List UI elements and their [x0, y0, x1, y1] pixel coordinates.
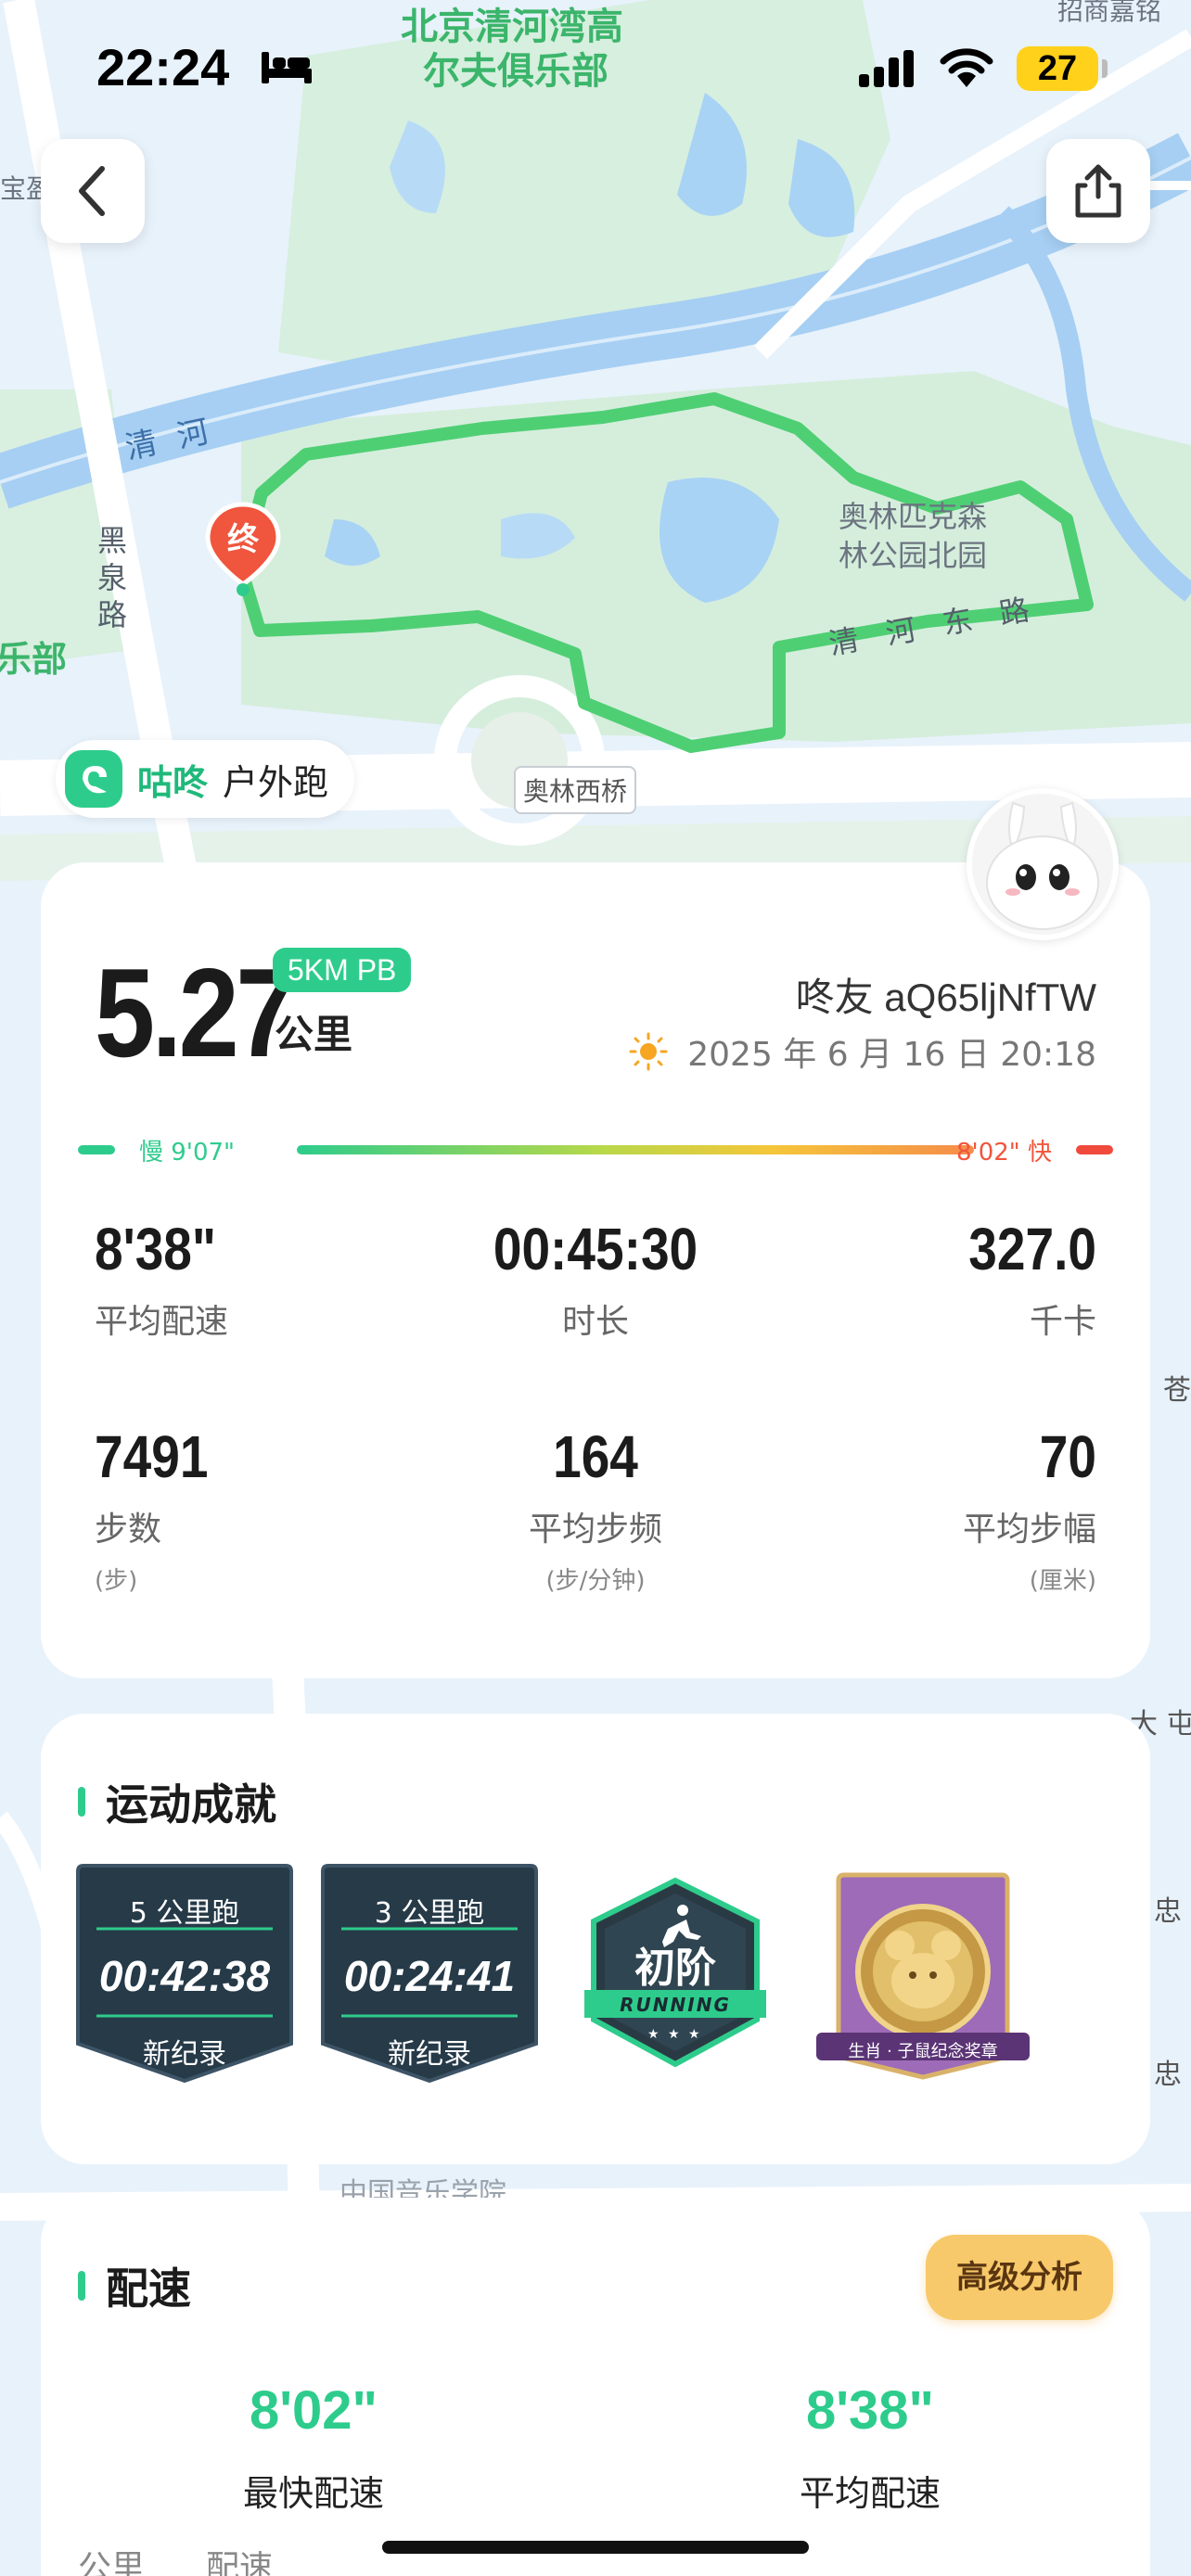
- brand-subtitle: 户外跑: [223, 761, 329, 803]
- datetime: 2025 年 6 月 16 日 20:18: [687, 1036, 1096, 1074]
- battery-level: 27: [1017, 46, 1098, 91]
- map-label-park-1: 奥林匹克森: [839, 499, 988, 534]
- stat-calories: 327.0 千卡: [762, 1215, 1096, 1343]
- codoon-logo-icon: [65, 750, 122, 808]
- stat-unit: (厘米): [1029, 1567, 1096, 1595]
- pace-gradient: [297, 1145, 974, 1154]
- stat-steps: 7491 步数 (步): [95, 1422, 429, 1596]
- fast-pace-label: 8'02" 快: [956, 1139, 1052, 1167]
- average-pace-value: 8'38": [805, 2380, 935, 2441]
- achievements-heading: 运动成就: [78, 1771, 276, 1832]
- pace-title: 配速: [106, 2264, 191, 2314]
- fastest-pace-label: 最快配速: [242, 2473, 384, 2514]
- distance-unit: 公里: [275, 1012, 353, 1057]
- record-badge-5k[interactable]: 5 公里跑 00:42:38 新纪录: [72, 1862, 297, 2085]
- record-title: 5 公里跑: [129, 1897, 240, 1930]
- status-bar: 22:24 27: [0, 0, 1191, 130]
- stat-avg-pace: 8'38" 平均配速: [95, 1215, 429, 1343]
- svg-text:★: ★: [668, 2027, 680, 2042]
- map-label-right-2: 忠: [1154, 1895, 1182, 1928]
- fast-cap: [1076, 1145, 1113, 1154]
- back-button[interactable]: [41, 139, 145, 243]
- bunny-avatar-icon: [972, 794, 1113, 935]
- column-header-km: 公里: [78, 2549, 146, 2576]
- column-header-pace: 配速: [206, 2549, 274, 2576]
- stat-duration: 00:45:30 时长: [429, 1215, 762, 1343]
- stat-label: 平均配速: [95, 1303, 229, 1341]
- map-label-left-2: 乐部: [0, 639, 68, 680]
- end-marker[interactable]: 终: [204, 501, 282, 601]
- pace-range-bar: 慢 9'07" 8'02" 快: [78, 1131, 1113, 1168]
- share-button[interactable]: [1046, 139, 1150, 243]
- end-marker-label: 终: [227, 521, 259, 558]
- stat-label: 步数: [95, 1511, 162, 1549]
- zodiac-medal[interactable]: 生肖 · 子鼠纪念奖章: [814, 1871, 1031, 2081]
- sleep-focus-icon: [262, 52, 312, 83]
- section-accent-bar: [78, 1787, 85, 1817]
- achievements-title: 运动成就: [106, 1779, 276, 1830]
- stat-label: 时长: [561, 1303, 629, 1341]
- stat-value: 7491: [95, 1423, 209, 1490]
- record-title: 3 公里跑: [374, 1897, 485, 1930]
- slow-cap: [78, 1145, 115, 1154]
- cellular-signal-icon: [859, 50, 914, 87]
- svg-text:★: ★: [647, 2027, 660, 2042]
- record-tag: 新纪录: [388, 2038, 471, 2071]
- record-time: 00:42:38: [98, 1952, 271, 2000]
- share-icon: [1075, 164, 1121, 218]
- map-label-bridge: 奥林西桥: [514, 766, 637, 814]
- level-badge-subtitle: RUNNING: [620, 1994, 731, 2016]
- map-label-right-3: 忠: [1154, 2059, 1182, 2091]
- record-tag: 新纪录: [143, 2038, 226, 2071]
- average-pace-label: 平均配速: [799, 2473, 941, 2514]
- map-label-park-2: 林公园北园: [839, 538, 988, 573]
- stat-cadence: 164 平均步频 (步/分钟): [429, 1422, 762, 1596]
- stat-value: 327.0: [968, 1216, 1096, 1282]
- record-badge-3k[interactable]: 3 公里跑 00:24:41 新纪录: [317, 1862, 542, 2085]
- svg-text:★: ★: [688, 2027, 700, 2042]
- pace-card: 配速 高级分析 8'02" 最快配速 8'38" 平均配速 公里 配速: [41, 2198, 1150, 2576]
- fastest-pace-value: 8'02": [249, 2380, 378, 2441]
- slow-pace-label: 慢 9'07": [139, 1139, 235, 1167]
- level-badge-title: 初阶: [634, 1945, 716, 1992]
- stat-value: 00:45:30: [493, 1216, 698, 1282]
- stat-label: 千卡: [1029, 1303, 1096, 1341]
- sun-icon: [629, 1032, 668, 1071]
- map-label-right-4: 苍: [1163, 1374, 1191, 1407]
- map-label-heiquan-road: 黑泉路: [93, 525, 128, 636]
- medal-label: 生肖 · 子鼠纪念奖章: [848, 2042, 998, 2061]
- datetime-row: 2025 年 6 月 16 日 20:18: [628, 1027, 1096, 1076]
- brand-tag: 咕咚 户外跑: [56, 740, 355, 818]
- pb-badge: 5KM PB: [273, 948, 412, 992]
- stat-label: 平均步频: [528, 1511, 662, 1549]
- stat-unit: (步): [95, 1567, 138, 1595]
- username[interactable]: 咚友 aQ65ljNfTW: [796, 966, 1096, 1023]
- summary-card: 5.27 5KM PB 公里 咚友 aQ65ljNfTW 2025 年 6 月 …: [41, 862, 1150, 1678]
- achievements-card: 运动成就 5 公里跑 00:42:38 新纪录 3 公里跑 00:24:41 新…: [41, 1714, 1150, 2164]
- distance-value: 5.27: [95, 942, 296, 1083]
- record-time: 00:24:41: [343, 1952, 516, 2000]
- advanced-analysis-button[interactable]: 高级分析: [926, 2235, 1113, 2320]
- home-indicator[interactable]: [382, 2541, 809, 2554]
- stat-value: 70: [1039, 1423, 1096, 1490]
- stat-unit: (步/分钟): [545, 1567, 646, 1595]
- avatar[interactable]: [967, 788, 1119, 940]
- chevron-left-icon: [79, 166, 105, 216]
- pace-heading: 配速: [78, 2255, 191, 2316]
- battery-tip: [1102, 59, 1108, 78]
- stat-value: 8'38": [95, 1216, 217, 1282]
- level-badge[interactable]: ★ ★ ★ 初阶 RUNNING: [583, 1875, 768, 2070]
- stat-stride: 70 平均步幅 (厘米): [762, 1422, 1096, 1596]
- brand-name: 咕咚: [137, 761, 209, 803]
- stat-value: 164: [553, 1423, 638, 1490]
- section-accent-bar: [78, 2271, 85, 2301]
- wifi-icon: [940, 48, 993, 87]
- status-time: 22:24: [96, 38, 230, 96]
- stat-label: 平均步幅: [962, 1511, 1096, 1549]
